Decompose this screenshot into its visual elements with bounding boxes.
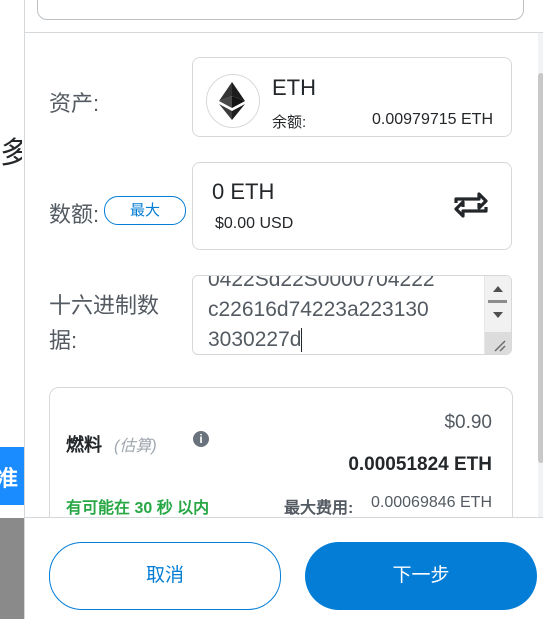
hex-data-label-line1: 十六进制数 — [49, 293, 160, 318]
info-icon[interactable]: i — [193, 431, 209, 447]
hex-scrollbar[interactable] — [484, 276, 511, 354]
max-fee-value: 0.00069846 ETH — [371, 494, 492, 511]
cancel-button[interactable]: 取消 — [49, 542, 281, 610]
top-field-remnant — [37, 0, 524, 20]
asset-selector[interactable]: ETH 余额: 0.00979715 ETH — [192, 57, 512, 137]
hex-line-2: c22616d74223a223130 — [208, 298, 429, 321]
panel-scrollbar[interactable] — [538, 33, 543, 518]
hex-line-partial: 0422Sd22S0000704222 — [208, 275, 435, 291]
hex-data-content: 0422Sd22S0000704222 c22616d74223a223130 … — [208, 275, 478, 354]
amount-usd-value: $0.00 USD — [215, 215, 294, 232]
text-caret — [301, 328, 303, 353]
hex-line-3: 3030227d — [208, 325, 478, 354]
hex-scrollbar-thumb[interactable] — [488, 300, 507, 303]
background-text: 多 — [0, 137, 22, 170]
hex-line-3-text: 3030227d — [208, 328, 302, 351]
top-divider — [25, 32, 543, 33]
amount-label: 数额: — [49, 202, 100, 227]
background-page: 多 准 — [0, 0, 24, 619]
next-button[interactable]: 下一步 — [305, 542, 537, 610]
hex-data-textarea[interactable]: 0422Sd22S0000704222 c22616d74223a223130 … — [192, 275, 512, 355]
resize-handle-icon[interactable] — [485, 332, 511, 354]
send-transaction-panel: 资产: ETH 余额: 0.00979715 ETH 数额: 最大 0 ETH … — [24, 0, 543, 620]
footer: 取消 下一步 — [25, 517, 543, 620]
scroll-down-icon[interactable] — [493, 312, 503, 318]
asset-label: 资产: — [49, 91, 100, 116]
ethereum-icon — [206, 74, 260, 128]
asset-name: ETH — [272, 75, 316, 100]
gas-estimate-label: (估算) — [114, 438, 157, 455]
gas-time-estimate: 有可能在 30 秒 以内 — [66, 500, 210, 517]
background-button[interactable]: 准 — [0, 447, 24, 505]
gas-eth-value: 0.00051824 ETH — [348, 454, 492, 475]
balance-value: 0.00979715 ETH — [372, 111, 493, 128]
background-button-label: 准 — [0, 466, 19, 491]
scroll-up-icon[interactable] — [493, 286, 503, 292]
amount-value: 0 ETH — [212, 179, 275, 204]
swap-arrows-icon[interactable] — [453, 191, 489, 219]
balance-label: 余额: — [272, 114, 307, 131]
amount-input[interactable]: 0 ETH $0.00 USD — [192, 162, 512, 250]
gas-usd-value: $0.90 — [444, 412, 492, 433]
background-overlay — [0, 518, 24, 619]
max-fee-label: 最大费用: — [284, 500, 354, 517]
panel-scrollbar-thumb[interactable] — [538, 73, 543, 463]
hex-data-label-line2: 据: — [49, 328, 78, 353]
gas-label: 燃料 — [66, 435, 102, 455]
max-amount-button[interactable]: 最大 — [104, 196, 186, 225]
